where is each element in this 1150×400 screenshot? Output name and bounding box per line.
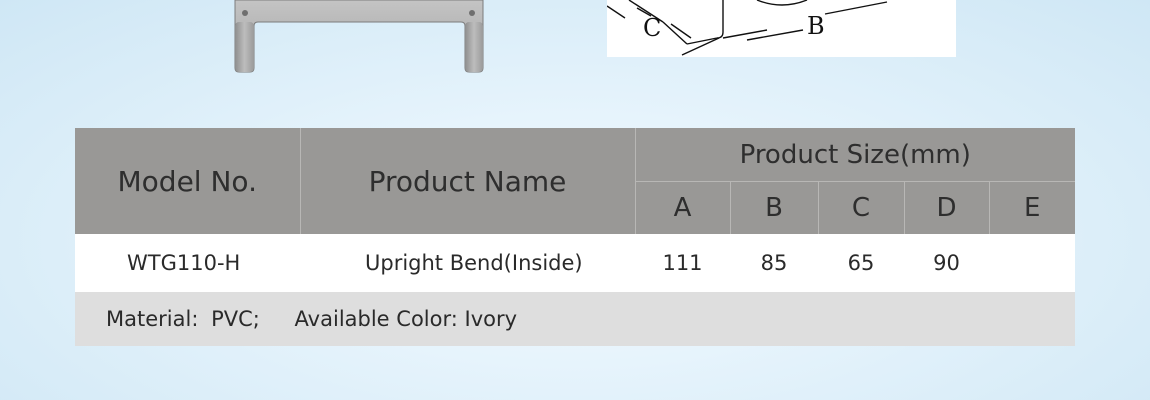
header-product-name: Product Name: [299, 128, 635, 234]
spec-table: Model No. Product Name Product Size(mm) …: [75, 128, 1075, 346]
cell-dim-c: 65: [818, 234, 904, 292]
color-label: Available Color:: [294, 307, 458, 331]
header-dim-b: B: [729, 181, 818, 234]
header-dim-a: A: [634, 181, 730, 234]
material-info: Material: PVC; Available Color: Ivory: [75, 292, 1075, 346]
diagram-label-c: C: [643, 14, 661, 42]
header-product-size: Product Size(mm): [634, 128, 1075, 182]
table-row: WTG110-H Upright Bend(Inside) 111 85 65 …: [75, 234, 1075, 292]
header-dim-c: C: [817, 181, 904, 234]
header-dim-e: E: [988, 181, 1075, 234]
product-leg-right: [465, 22, 483, 72]
product-body: [234, 0, 484, 73]
header-model-no: Model No.: [75, 128, 300, 234]
product-leg-left: [235, 22, 254, 72]
color-value: Ivory: [464, 307, 518, 331]
dimension-diagram: C B: [606, 0, 956, 57]
header-dim-d: D: [903, 181, 989, 234]
cell-dim-d: 90: [904, 234, 989, 292]
cell-dim-e: [989, 234, 1075, 292]
material-row: Material: PVC; Available Color: Ivory: [75, 292, 1075, 346]
product-photo: [225, 0, 495, 78]
material-label: Material:: [106, 307, 199, 331]
cell-model: WTG110-H: [75, 234, 300, 292]
cell-product-name: Upright Bend(Inside): [300, 234, 635, 292]
diagram-label-b: B: [807, 12, 825, 40]
cell-dim-a: 111: [635, 234, 730, 292]
cell-dim-b: 85: [730, 234, 818, 292]
material-value: PVC;: [211, 307, 260, 331]
